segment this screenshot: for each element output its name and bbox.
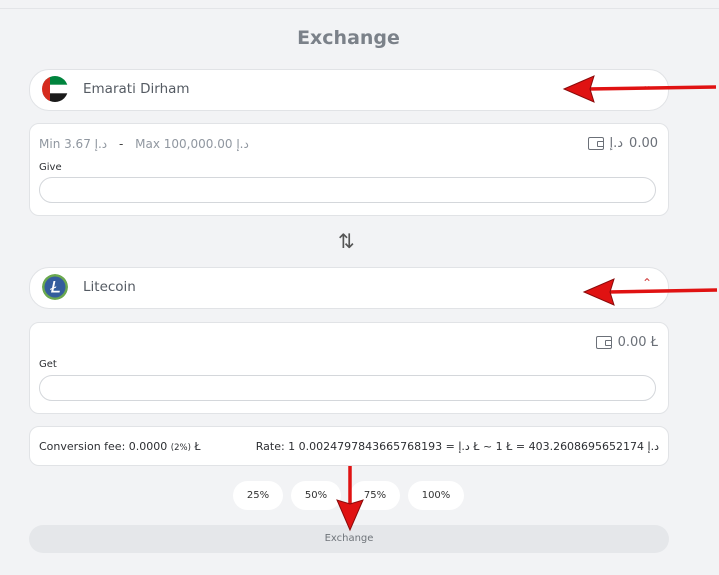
conversion-info: Conversion fee: 0.0000 (2%) Ł Rate: 1 د.… [29,426,669,466]
limit-separator: - [118,137,124,151]
give-label: Give [39,162,62,173]
give-currency-select[interactable]: Emarati Dirham ⌄ [29,69,669,111]
min-currency-symbol: د.إ [94,137,108,151]
min-max-limits: Min 3.67 د.إ - Max 100,000.00 د.إ [39,137,249,151]
percent-100-button[interactable]: 100% [408,481,464,510]
chevron-down-icon[interactable]: ⌄ [642,78,652,92]
get-balance-value: 0.00 Ł [617,335,658,350]
uae-flag-icon [42,76,68,102]
percent-75-button[interactable]: 75% [350,481,400,510]
get-currency-name: Litecoin [83,279,136,295]
give-balance-symbol: د.إ [609,136,624,151]
give-balance: د.إ 0.00 [587,136,658,151]
fee-unit: Ł [194,440,201,453]
fee-percent: (2%) [170,443,191,453]
percent-25-button[interactable]: 25% [233,481,283,510]
exchange-button[interactable]: Exchange [29,525,669,553]
give-currency-name: Emarati Dirham [83,81,190,97]
get-currency-select[interactable]: Litecoin ⌃ [29,267,669,309]
top-divider [0,8,719,9]
give-input[interactable] [39,177,656,203]
get-input[interactable] [39,375,656,401]
max-limit: Max 100,000.00 [135,137,233,151]
litecoin-icon [42,274,68,300]
wallet-icon [595,336,612,349]
page-title: Exchange [297,27,400,49]
exchange-rate: Rate: 1 د.إ = 0.0024797843665768193 Ł ~ … [255,440,659,453]
percent-50-button[interactable]: 50% [291,481,341,510]
fee-text: Conversion fee: 0.0000 [39,440,168,453]
conversion-fee: Conversion fee: 0.0000 (2%) Ł [39,440,201,453]
get-balance: 0.00 Ł [595,335,658,350]
min-limit: Min 3.67 [39,137,91,151]
get-panel: 0.00 Ł Get [29,322,669,414]
chevron-up-icon[interactable]: ⌃ [642,276,652,290]
max-currency-symbol: د.إ [236,137,249,151]
wallet-icon [587,137,604,150]
get-label: Get [39,359,57,370]
give-balance-value: 0.00 [629,136,658,151]
swap-icon[interactable]: ⇅ [338,229,355,253]
give-panel: Min 3.67 د.إ - Max 100,000.00 د.إ د.إ 0.… [29,123,669,216]
